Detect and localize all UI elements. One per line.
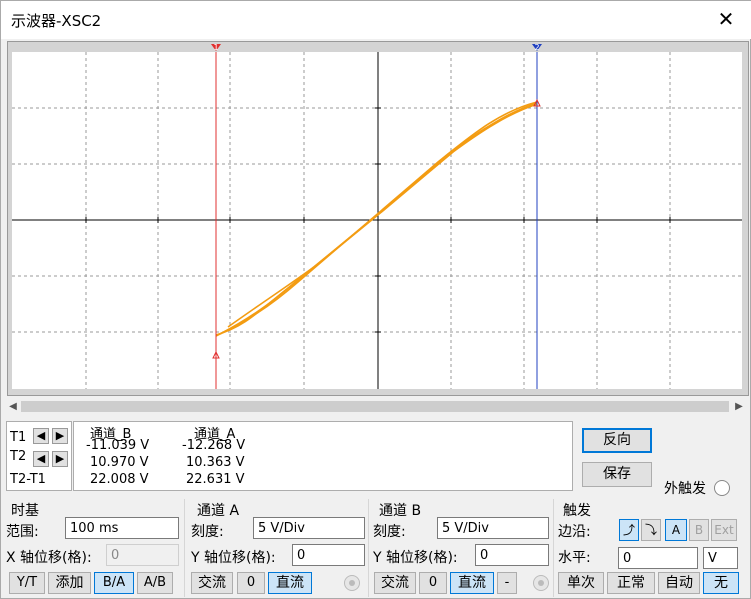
readout-t2-b: 10.970 V xyxy=(90,455,149,470)
channel-a-title: 通道 A xyxy=(197,503,240,519)
channel-b-ypos-label: Y 轴位移(格): xyxy=(373,550,458,566)
title-bar: 示波器-XSC2 ✕ xyxy=(1,1,751,39)
t2-right-arrow-icon[interactable]: ▶ xyxy=(52,451,68,467)
trigger-level-label: 水平: xyxy=(558,550,591,566)
scope-display[interactable]: 1 2 xyxy=(7,41,749,396)
oscilloscope-window: 示波器-XSC2 ✕ 1 2 ◀ ▶ T1 ◀ ▶ T2 ◀ ▶ T2-T1 通… xyxy=(0,0,751,599)
horizontal-scrollbar[interactable]: ◀ ▶ xyxy=(5,398,747,415)
channel-b-ac-button[interactable]: 交流 xyxy=(374,572,416,594)
divider xyxy=(184,499,185,597)
channel-a-radio[interactable] xyxy=(344,575,360,591)
divider xyxy=(553,499,554,597)
channel-b-zero-button[interactable]: 0 xyxy=(419,572,447,594)
cursor-controls: T1 ◀ ▶ T2 ◀ ▶ T2-T1 xyxy=(6,421,72,491)
ext-trigger-label: 外触发 xyxy=(664,481,706,497)
scroll-right-icon[interactable]: ▶ xyxy=(731,398,747,415)
timebase-title: 时基 xyxy=(11,503,39,519)
channel-a-dc-button[interactable]: 直流 xyxy=(268,572,312,594)
cursor-readout: 通道_B 通道_A -11.039 V -12.268 V 10.970 V 1… xyxy=(73,421,573,491)
ext-trigger-radio[interactable] xyxy=(714,480,730,496)
readout-diff-a: 22.631 V xyxy=(186,472,245,487)
channel-a-scale-label: 刻度: xyxy=(191,524,224,540)
trigger-edge-label: 边沿: xyxy=(558,524,591,540)
channel-a-zero-button[interactable]: 0 xyxy=(237,572,265,594)
window-title: 示波器-XSC2 xyxy=(11,12,102,30)
trigger-level-field[interactable]: 0 xyxy=(618,547,698,569)
save-button[interactable]: 保存 xyxy=(582,462,652,487)
trigger-title: 触发 xyxy=(563,503,591,519)
trigger-none-button[interactable]: 无 xyxy=(703,572,739,594)
trigger-source-a-button[interactable]: A xyxy=(665,519,687,541)
scroll-left-icon[interactable]: ◀ xyxy=(5,398,21,415)
channel-a-ypos-label: Y 轴位移(格): xyxy=(191,550,276,566)
rising-edge-icon[interactable]: ⤴ xyxy=(619,519,639,541)
channel-a-scale-field[interactable]: 5 V/Div xyxy=(253,517,365,539)
mode-add-button[interactable]: 添加 xyxy=(48,572,91,594)
trigger-auto-button[interactable]: 自动 xyxy=(658,572,700,594)
timebase-scale-label: 范围: xyxy=(6,524,39,540)
readout-t1-b: -11.039 V xyxy=(86,438,150,453)
channel-b-scale-field[interactable]: 5 V/Div xyxy=(437,517,549,539)
t2-left-arrow-icon[interactable]: ◀ xyxy=(33,451,49,467)
timebase-xpos-label: X 轴位移(格): xyxy=(6,550,92,566)
scroll-thumb[interactable] xyxy=(21,401,729,412)
readout-t2-a: 10.363 V xyxy=(186,455,245,470)
scope-screen: 1 2 xyxy=(12,43,742,389)
trigger-normal-button[interactable]: 正常 xyxy=(607,572,655,594)
reverse-button[interactable]: 反向 xyxy=(582,428,652,453)
channel-a-ac-button[interactable]: 交流 xyxy=(191,572,233,594)
cursor-t1-number: 1 xyxy=(213,43,218,52)
trigger-single-button[interactable]: 单次 xyxy=(558,572,604,594)
timebase-xpos-field[interactable]: 0 xyxy=(106,544,179,566)
readout-t1-a: -12.268 V xyxy=(182,438,246,453)
channel-b-title: 通道 B xyxy=(379,503,422,519)
divider xyxy=(368,499,369,597)
readout-diff-b: 22.008 V xyxy=(90,472,149,487)
timebase-scale-field[interactable]: 100 ms xyxy=(65,517,179,539)
mode-yt-button[interactable]: Y/T xyxy=(9,572,45,594)
mode-ab-button[interactable]: A/B xyxy=(137,572,173,594)
t2t1-label: T2-T1 xyxy=(10,472,46,487)
t1-left-arrow-icon[interactable]: ◀ xyxy=(33,428,49,444)
channel-b-scale-label: 刻度: xyxy=(373,524,406,540)
falling-edge-icon[interactable]: ⤵ xyxy=(641,519,661,541)
close-icon[interactable]: ✕ xyxy=(714,7,738,31)
trigger-level-unit[interactable]: V xyxy=(703,547,738,569)
trigger-source-ext-button[interactable]: Ext xyxy=(711,519,737,541)
channel-b-radio[interactable] xyxy=(533,575,549,591)
channel-b-dc-button[interactable]: 直流 xyxy=(450,572,494,594)
t1-label: T1 xyxy=(10,430,27,445)
mode-ba-button[interactable]: B/A xyxy=(94,572,134,594)
channel-a-ypos-field[interactable]: 0 xyxy=(292,544,365,566)
cursor-t2-number: 2 xyxy=(534,43,539,52)
t2-label: T2 xyxy=(10,449,27,464)
trigger-source-b-button[interactable]: B xyxy=(689,519,709,541)
t1-right-arrow-icon[interactable]: ▶ xyxy=(52,428,68,444)
channel-b-invert-button[interactable]: - xyxy=(497,572,517,594)
channel-b-ypos-field[interactable]: 0 xyxy=(475,544,549,566)
